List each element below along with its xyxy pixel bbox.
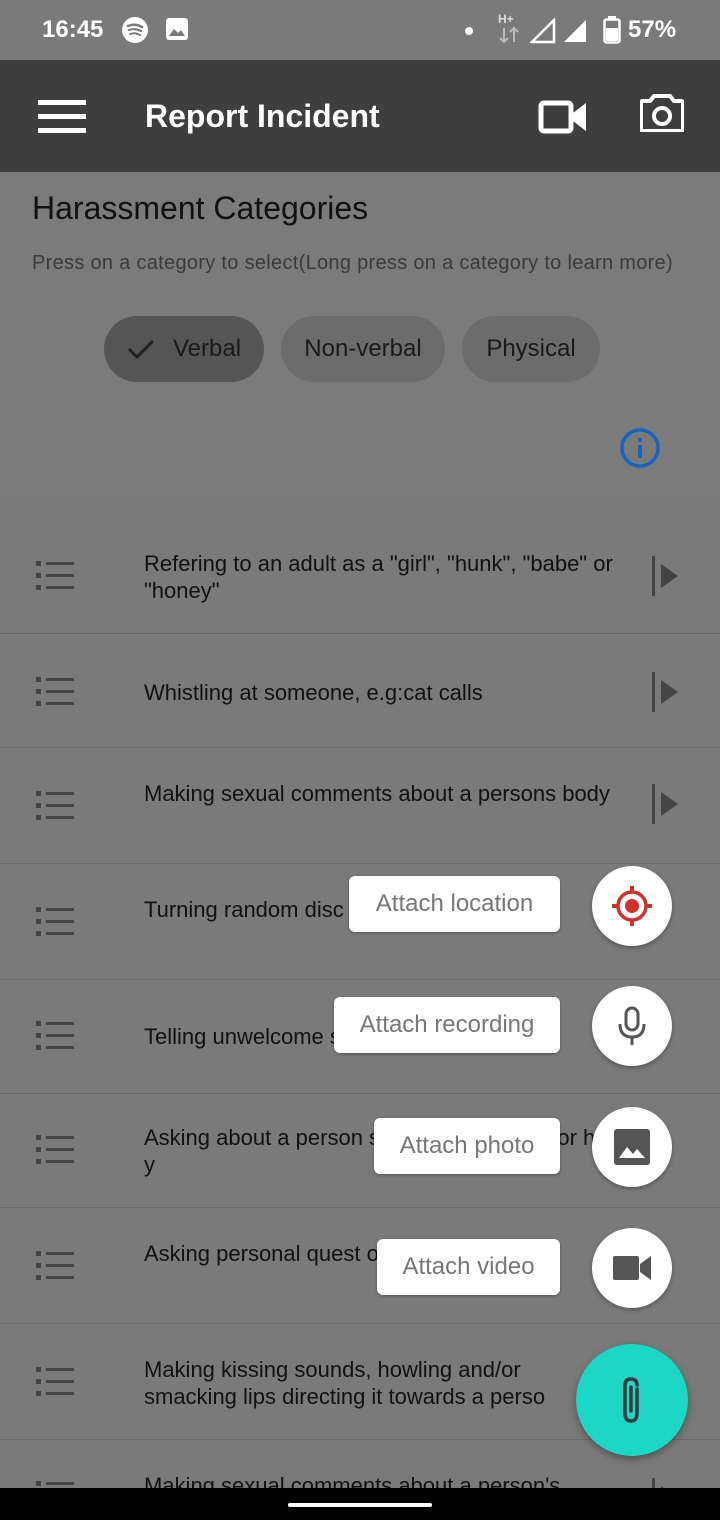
- list-item-text: Refering to an adult as a "girl", "hunk"…: [144, 551, 613, 603]
- attach-video-button[interactable]: [592, 1228, 672, 1308]
- battery-icon: [603, 16, 621, 44]
- list-icon: [36, 1135, 74, 1164]
- list-icon: [36, 791, 74, 820]
- attach-recording-label[interactable]: Attach recording: [334, 997, 560, 1053]
- attach-location-button[interactable]: [592, 866, 672, 946]
- attach-recording-button[interactable]: [592, 986, 672, 1066]
- dot-icon: [465, 27, 473, 35]
- list-icon: [36, 677, 74, 706]
- play-arrow-icon[interactable]: [652, 556, 682, 596]
- menu-icon[interactable]: [38, 100, 86, 134]
- battery-percent: 57%: [628, 16, 677, 43]
- list-icon: [36, 907, 74, 936]
- spotify-icon: [122, 17, 148, 43]
- attach-photo-button[interactable]: [592, 1107, 672, 1187]
- play-arrow-icon[interactable]: [652, 784, 682, 824]
- list-item-text: Making sexual comments about a persons b…: [144, 781, 610, 806]
- data-arrows-icon: [499, 26, 519, 44]
- attach-location-label[interactable]: Attach location: [349, 876, 560, 932]
- attach-photo-label[interactable]: Attach photo: [374, 1118, 560, 1174]
- list-item[interactable]: Refering to an adult as a "girl", "hunk"…: [0, 518, 720, 634]
- chip-label: Non-verbal: [304, 335, 422, 362]
- categories-card: Harassment Categories Press on a categor…: [0, 172, 720, 494]
- paperclip-icon: [623, 1377, 639, 1423]
- list-item[interactable]: Whistling at someone, e.g:cat calls: [0, 634, 720, 748]
- signal-icon: [530, 18, 556, 44]
- categories-title: Harassment Categories: [32, 190, 369, 226]
- attach-video-label[interactable]: Attach video: [377, 1239, 560, 1295]
- chip-verbal[interactable]: Verbal: [104, 316, 264, 382]
- list-icon: [36, 1251, 74, 1280]
- list-icon: [36, 1367, 74, 1396]
- home-gesture-handle[interactable]: [288, 1503, 432, 1507]
- microphone-icon: [618, 1006, 646, 1045]
- list-item-text: Making kissing sounds, howling and/or sm…: [144, 1357, 546, 1409]
- chip-physical[interactable]: Physical: [462, 316, 600, 382]
- network-type: H+: [498, 12, 514, 26]
- camera-icon[interactable]: [640, 94, 684, 132]
- app-bar: Report Incident: [0, 60, 720, 172]
- chip-label: Physical: [486, 335, 576, 362]
- play-arrow-icon[interactable]: [652, 672, 682, 712]
- videocam-icon: [613, 1256, 651, 1280]
- list-item-text: Whistling at someone, e.g:cat calls: [144, 680, 483, 705]
- list-icon: [36, 1021, 74, 1050]
- photo-icon: [614, 1129, 650, 1165]
- check-icon: [127, 339, 155, 360]
- status-bar: 16:45 H+ 57%: [0, 0, 720, 60]
- videocam-icon[interactable]: [538, 100, 588, 134]
- system-nav-bar: [0, 1488, 720, 1520]
- list-item[interactable]: Making sexual comments about a persons b…: [0, 748, 720, 864]
- attach-fab-button[interactable]: [576, 1344, 688, 1456]
- image-icon: [166, 18, 188, 40]
- target-location-icon: [612, 886, 652, 926]
- signal-icon: [564, 20, 586, 42]
- status-time: 16:45: [42, 16, 104, 43]
- categories-help-text: Press on a category to select(Long press…: [32, 252, 674, 274]
- chip-label: Verbal: [172, 335, 242, 362]
- chip-non-verbal[interactable]: Non-verbal: [281, 316, 445, 382]
- list-icon: [36, 561, 74, 590]
- page-title: Report Incident: [145, 98, 380, 134]
- info-icon[interactable]: [619, 427, 661, 469]
